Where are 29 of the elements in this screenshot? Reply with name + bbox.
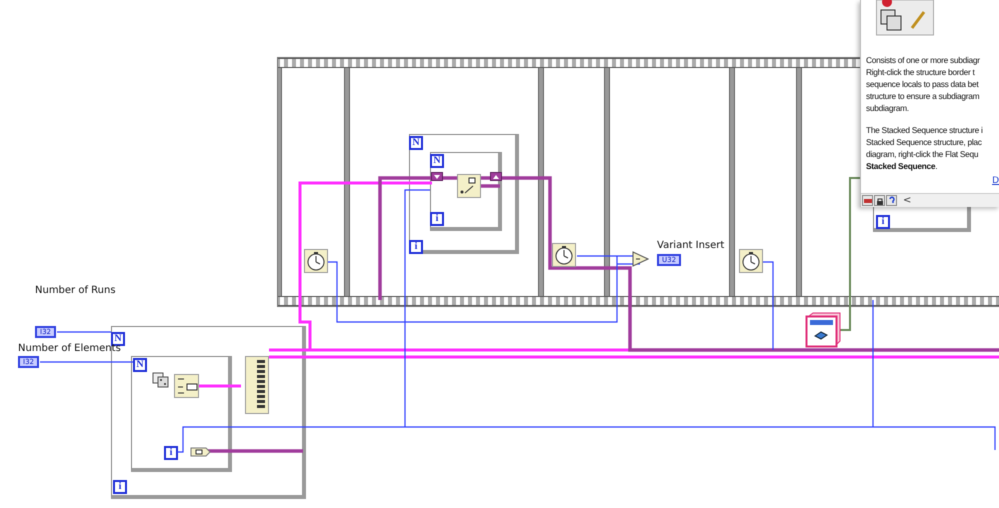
lock-icon[interactable] xyxy=(874,195,885,206)
control-label: Number of Elements xyxy=(18,343,121,354)
detailed-help-link[interactable]: D xyxy=(992,176,999,186)
iteration-terminal: i xyxy=(113,480,127,494)
indicator-label: Variant Insert xyxy=(657,240,724,251)
shift-register-icon xyxy=(490,172,502,181)
shift-register-icon xyxy=(431,172,443,181)
back-button[interactable]: < xyxy=(898,195,912,206)
help-description: Consists of one or more subdiagr Right-click the structure border t sequence locals to pass data bet structure to ensure a subdiagram subdiagram. xyxy=(866,54,981,114)
iteration-terminal: i xyxy=(409,240,423,254)
clock-icon xyxy=(304,249,328,273)
bundle-node-icon xyxy=(245,356,269,414)
palette-icon xyxy=(876,0,934,36)
increment-node-icon xyxy=(190,447,211,457)
count-terminal: N xyxy=(430,154,444,168)
function-node-icon xyxy=(174,374,199,398)
help-description: The Stacked Sequence structure i Stacked Sequence structure, plac diagram, right-click the Flat Sequ Stacked Sequence. xyxy=(866,124,984,172)
dice-icon xyxy=(152,370,170,388)
clock-icon xyxy=(552,243,576,267)
count-terminal: N xyxy=(409,136,423,150)
iteration-terminal: i xyxy=(430,212,444,226)
count-terminal: N xyxy=(133,358,147,372)
iteration-terminal: i xyxy=(164,446,178,460)
clock-icon xyxy=(739,249,763,273)
subtract-icon xyxy=(632,251,649,267)
control-label: Number of Runs xyxy=(35,285,116,296)
function-node-icon xyxy=(457,174,481,198)
iteration-terminal: i xyxy=(876,215,890,229)
help-icon[interactable] xyxy=(886,195,897,206)
